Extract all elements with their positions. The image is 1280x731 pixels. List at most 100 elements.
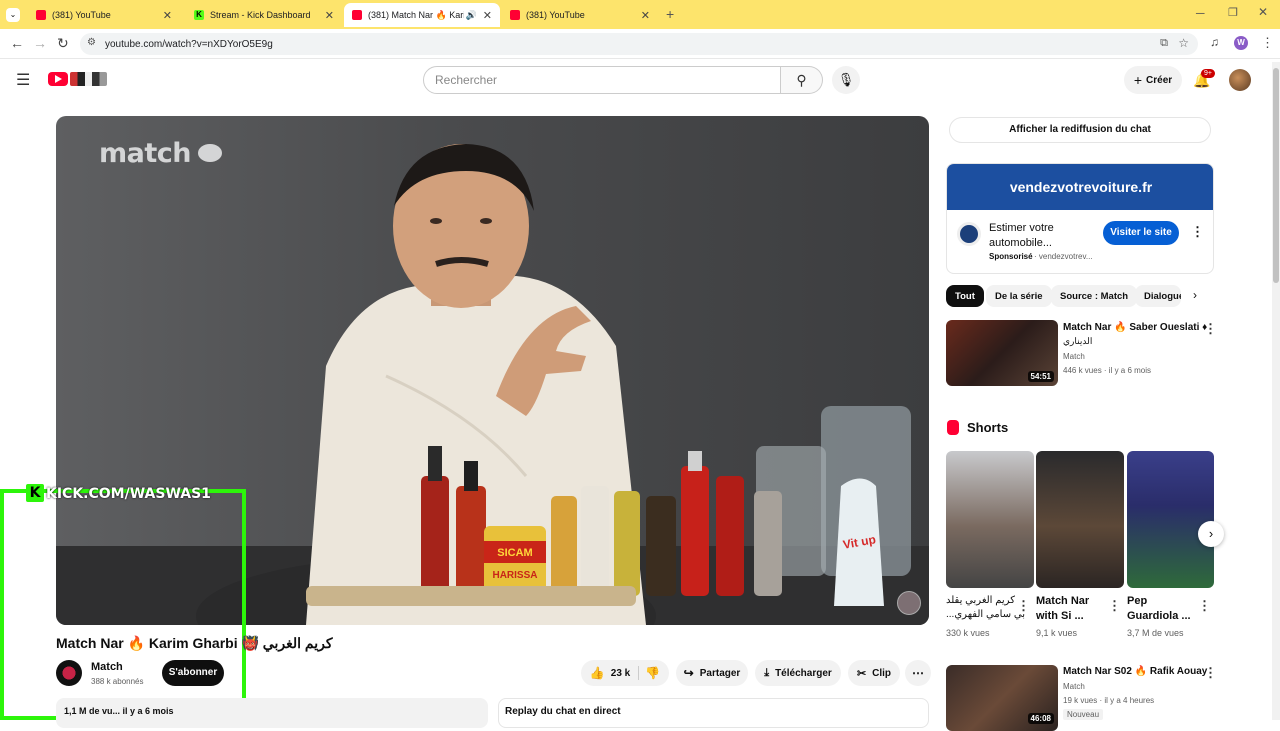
- channel-name[interactable]: Match: [91, 661, 123, 673]
- shorts-next-button[interactable]: ›: [1198, 521, 1224, 547]
- ad-title-line2: automobile...: [989, 237, 1052, 249]
- shorts-logo-icon: [947, 420, 959, 435]
- short-title-line2[interactable]: Guardiola ...: [1127, 610, 1191, 622]
- reload-icon[interactable]: ↻: [57, 35, 69, 52]
- short-title-line2[interactable]: with Si ...: [1036, 610, 1084, 622]
- related-video-meta: 19 k vues · il y a 4 heures: [1063, 696, 1155, 705]
- chip-dialogue[interactable]: Dialogue: [1135, 285, 1181, 307]
- tab-label: (381) YouTube: [526, 10, 585, 20]
- clip-button[interactable]: ✂ Clip: [848, 660, 900, 686]
- doodle-image: [70, 72, 107, 86]
- visit-site-button[interactable]: Visiter le site: [1103, 221, 1179, 245]
- harissa-brand: HARISSA: [492, 570, 537, 581]
- close-tab-icon[interactable]: ✕: [163, 9, 172, 22]
- close-tab-icon[interactable]: ✕: [325, 9, 334, 22]
- short-title-line2[interactable]: ...بي سامي الفهري: [946, 609, 1025, 620]
- close-tab-icon[interactable]: ✕: [483, 9, 492, 22]
- media-control-icon[interactable]: ♫: [1210, 35, 1219, 49]
- back-icon[interactable]: ←: [10, 35, 24, 51]
- search-input[interactable]: Rechercher: [423, 66, 781, 94]
- tab-youtube-2[interactable]: (381) YouTube ✕: [502, 3, 658, 27]
- more-horizontal-icon: ⋯: [912, 666, 924, 680]
- ad-banner[interactable]: vendezvotrevoiture.fr: [947, 164, 1213, 210]
- thumbs-up-icon: 👍: [589, 666, 605, 680]
- show-chat-replay-button[interactable]: Afficher la rediffusion du chat: [949, 117, 1211, 143]
- close-window-icon[interactable]: ✕: [1258, 5, 1268, 19]
- chip-from-series[interactable]: De la série: [986, 285, 1052, 307]
- advertiser-logo-icon: [957, 222, 981, 246]
- related-video-title[interactable]: Match Nar 🔥 Saber Oueslati ♦: [1063, 322, 1207, 333]
- related-video-channel[interactable]: Match: [1063, 352, 1085, 361]
- kick-channel-url: KICK.COM/WASWAS1: [46, 486, 211, 502]
- restore-icon[interactable]: ❐: [1228, 6, 1238, 19]
- short-thumbnail[interactable]: [946, 451, 1034, 588]
- video-title: Match Nar 🔥 Karim Gharbi 👹 كريم الغربي: [56, 635, 333, 651]
- site-info-icon[interactable]: ⚙: [87, 37, 96, 48]
- ad-more-options-icon[interactable]: ⋮: [1191, 224, 1204, 240]
- tab-search-icon[interactable]: ⌄: [6, 8, 20, 22]
- create-button[interactable]: + Créer: [1124, 66, 1182, 94]
- short-title-line1[interactable]: Pep: [1127, 595, 1147, 607]
- bookmark-star-icon[interactable]: ☆: [1178, 36, 1189, 50]
- cast-icon[interactable]: ⧉: [1160, 37, 1168, 50]
- related-video-subtitle: الديناري: [1063, 336, 1093, 346]
- tab-match-nar-active[interactable]: (381) Match Nar 🔥 Karim G 🔊 ✕: [344, 3, 500, 27]
- address-bar[interactable]: ⚙ youtube.com/watch?v=nXDYorO5E9g ⧉ ☆: [80, 33, 1198, 55]
- play-triangle-icon: [55, 75, 62, 83]
- speaker-icon[interactable]: 🔊: [466, 10, 477, 21]
- new-badge: Nouveau: [1063, 709, 1104, 720]
- close-tab-icon[interactable]: ✕: [641, 9, 650, 22]
- user-avatar[interactable]: [1229, 69, 1251, 91]
- voice-search-button[interactable]: 🎙: [832, 66, 860, 94]
- like-count: 23 k: [610, 667, 631, 679]
- short-title-line1[interactable]: Match Nar: [1036, 595, 1089, 607]
- url-text: youtube.com/watch?v=nXDYorO5E9g: [105, 38, 273, 50]
- search-icon: ⚲: [796, 72, 807, 88]
- chip-source-match[interactable]: Source : Match: [1051, 285, 1138, 307]
- chat-replay-title: Replay du chat en direct: [505, 706, 621, 717]
- subscribe-button[interactable]: S'abonner: [162, 660, 224, 686]
- related-video-thumbnail[interactable]: 46:08: [946, 665, 1058, 731]
- channel-avatar[interactable]: [56, 660, 82, 686]
- profile-avatar[interactable]: W: [1234, 36, 1248, 50]
- thumbs-down-icon[interactable]: 👎: [645, 666, 660, 680]
- short-thumbnail[interactable]: [1127, 451, 1214, 588]
- related-video-title[interactable]: Match Nar S02 🔥 Rafik Aouay: [1063, 666, 1207, 677]
- related-video-thumbnail[interactable]: 54:51: [946, 320, 1058, 386]
- related-video-menu-icon[interactable]: ⋮: [1204, 321, 1217, 337]
- short-thumbnail[interactable]: [1036, 451, 1124, 588]
- browser-tab-bar: ⌄ (381) YouTube ✕ K Stream - Kick Dashbo…: [0, 0, 1280, 29]
- minimize-icon[interactable]: ─: [1196, 6, 1205, 20]
- tab-kick-dashboard[interactable]: K Stream - Kick Dashboard ✕: [186, 3, 342, 27]
- short-title-line1[interactable]: كريم الغربي يقلد: [946, 595, 1015, 606]
- related-video-channel[interactable]: Match: [1063, 682, 1085, 691]
- share-button[interactable]: ↪ Partager: [676, 660, 748, 686]
- chips-next-chevron-icon[interactable]: ›: [1193, 288, 1197, 302]
- notification-count-badge: 9+: [1201, 69, 1215, 78]
- hamburger-menu-icon[interactable]: ☰: [16, 70, 30, 90]
- short-menu-icon[interactable]: ⋮: [1017, 598, 1030, 614]
- ad-banner-text: vendezvotrevoiture.fr: [1009, 179, 1153, 195]
- forward-icon[interactable]: →: [33, 35, 47, 51]
- browser-toolbar: ← → ↻ ⚙ youtube.com/watch?v=nXDYorO5E9g …: [0, 29, 1280, 59]
- share-arrow-icon: ↪: [683, 666, 694, 680]
- scrollbar-thumb[interactable]: [1273, 68, 1279, 283]
- youtube-header: ☰ Rechercher ⚲ 🎙 + Créer 🔔 9+: [0, 60, 1280, 100]
- youtube-logo[interactable]: [48, 72, 108, 86]
- download-button[interactable]: ⤓ Télécharger: [755, 660, 841, 686]
- page-scrollbar[interactable]: [1272, 62, 1280, 720]
- ad-card[interactable]: vendezvotrevoiture.fr Estimer votre auto…: [946, 163, 1214, 274]
- related-video-menu-icon[interactable]: ⋮: [1204, 665, 1217, 681]
- like-button[interactable]: 👍 23 k: [589, 666, 640, 680]
- tab-youtube-1[interactable]: (381) YouTube ✕: [28, 3, 180, 27]
- chip-all[interactable]: Tout: [946, 285, 984, 307]
- tab-label: (381) YouTube: [52, 10, 111, 20]
- new-tab-button[interactable]: +: [666, 6, 674, 22]
- search-button[interactable]: ⚲: [781, 66, 823, 94]
- kick-logo-icon: K: [26, 484, 44, 502]
- short-views: 330 k vues: [946, 628, 990, 638]
- short-menu-icon[interactable]: ⋮: [1108, 598, 1121, 614]
- browser-menu-icon[interactable]: ⋮: [1261, 35, 1274, 51]
- short-menu-icon[interactable]: ⋮: [1198, 598, 1211, 614]
- more-actions-button[interactable]: ⋯: [905, 660, 931, 686]
